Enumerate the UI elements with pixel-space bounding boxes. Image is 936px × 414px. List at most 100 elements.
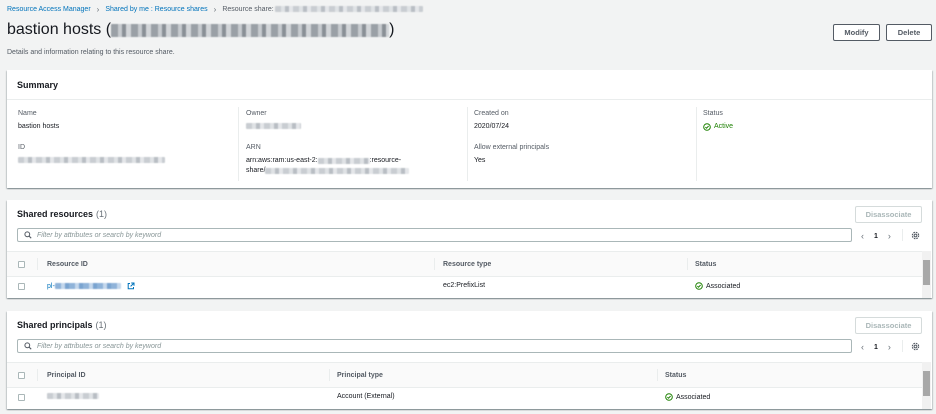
- shared-resources-panel: Shared resources (1) Disassociate Filter…: [7, 200, 932, 298]
- page-title-row: bastion hosts ( ): [7, 21, 394, 39]
- check-circle-icon: [703, 123, 711, 131]
- resources-scrollbar[interactable]: [922, 251, 931, 298]
- chevron-right-icon[interactable]: ›: [888, 342, 891, 352]
- col-principal-id[interactable]: Principal ID: [47, 372, 86, 379]
- col-resource-id[interactable]: Resource ID: [47, 261, 88, 268]
- owner-label: Owner: [246, 110, 267, 117]
- page-description: Details and information relating to this…: [7, 49, 175, 56]
- principal-status-cell: Associated: [665, 393, 710, 401]
- resources-filter-placeholder: Filter by attributes or search by keywor…: [37, 231, 162, 239]
- principals-pagination: ‹ 1 ›: [856, 342, 896, 352]
- shared-resources-title: Shared resources: [17, 209, 94, 219]
- chevron-left-icon[interactable]: ‹: [861, 342, 864, 352]
- owner-value: [246, 122, 301, 132]
- col-status[interactable]: Status: [665, 372, 686, 379]
- summary-title: Summary: [17, 79, 59, 90]
- resource-id-prefix: pl-: [47, 282, 55, 290]
- shared-principals-count: (1): [95, 320, 107, 330]
- row-checkbox[interactable]: [18, 283, 25, 290]
- disassociate-resources-button[interactable]: Disassociate: [855, 206, 922, 223]
- principals-filter-placeholder: Filter by attributes or search by keywor…: [37, 342, 162, 350]
- redacted-resource-id: [54, 283, 121, 289]
- delete-button[interactable]: Delete: [886, 24, 932, 41]
- divider: [687, 258, 688, 270]
- external-link-icon[interactable]: [127, 282, 135, 290]
- redacted-share-id: [111, 23, 390, 37]
- redacted-owner: [246, 123, 301, 130]
- divider: [902, 229, 903, 241]
- gear-icon[interactable]: [911, 231, 920, 240]
- shared-principals-title: Shared principals: [17, 320, 93, 330]
- id-value: [18, 156, 165, 166]
- created-value: 2020/07/24: [474, 123, 510, 130]
- allow-external-label: Allow external principals: [474, 144, 550, 151]
- arn-label: ARN: [246, 144, 261, 151]
- breadcrumb: Resource Access Manager › Shared by me :…: [7, 4, 423, 14]
- redacted-id: [18, 157, 165, 164]
- page-title: bastion hosts (: [7, 21, 112, 38]
- chevron-right-icon: ›: [96, 4, 100, 14]
- status-text: Associated: [676, 393, 711, 401]
- select-all-checkbox[interactable]: [18, 372, 25, 379]
- divider: [696, 107, 697, 181]
- search-icon: [24, 342, 32, 350]
- principals-filter-input[interactable]: Filter by attributes or search by keywor…: [17, 339, 852, 353]
- resources-filter-input[interactable]: Filter by attributes or search by keywor…: [17, 228, 852, 242]
- arn-prefix: arn:aws:ram:us-east-2:: [246, 157, 318, 164]
- principal-id-cell: [47, 393, 99, 399]
- breadcrumb-current: Resource share:: [222, 5, 274, 13]
- row-checkbox[interactable]: [18, 394, 25, 401]
- resource-status-cell: Associated: [695, 282, 740, 290]
- arn-value: arn:aws:ram:us-east-2::resource- share/: [246, 156, 446, 176]
- resources-pagination: ‹ 1 ›: [856, 231, 896, 241]
- redacted-account: [317, 158, 370, 164]
- divider: [902, 340, 903, 352]
- divider: [467, 107, 468, 181]
- resource-id-link[interactable]: pl-: [47, 282, 135, 290]
- shared-principals-header: Shared principals (1): [17, 320, 107, 330]
- resources-table-header: Resource ID Resource type Status: [7, 251, 922, 277]
- page-title-close: ): [389, 21, 395, 38]
- principals-page-number[interactable]: 1: [874, 344, 878, 351]
- col-principal-type[interactable]: Principal type: [337, 372, 383, 379]
- scrollbar-thumb[interactable]: [923, 371, 930, 396]
- redacted-share-name: [274, 6, 423, 12]
- divider: [37, 369, 38, 381]
- redacted-arn-share: [265, 168, 410, 174]
- summary-panel: Summary Name bastion hosts Owner Created…: [7, 70, 932, 188]
- resources-page-number[interactable]: 1: [874, 233, 878, 240]
- principals-table-header: Principal ID Principal type Status: [7, 362, 922, 388]
- divider: [434, 258, 435, 270]
- status-label: Status: [703, 110, 723, 117]
- redacted-principal-id: [47, 393, 99, 399]
- shared-principals-panel: Shared principals (1) Disassociate Filte…: [7, 311, 932, 409]
- arn-mid: :resource-: [369, 157, 402, 164]
- col-resource-type[interactable]: Resource type: [443, 261, 491, 268]
- chevron-left-icon[interactable]: ‹: [861, 231, 864, 241]
- divider: [37, 258, 38, 270]
- modify-button[interactable]: Modify: [833, 24, 880, 41]
- breadcrumb-shared-by-me[interactable]: Shared by me : Resource shares: [105, 6, 207, 13]
- status-text: Active: [714, 123, 734, 130]
- shared-resources-count: (1): [96, 209, 108, 219]
- name-label: Name: [18, 110, 37, 117]
- gear-icon[interactable]: [911, 342, 920, 351]
- status-text: Associated: [706, 282, 741, 290]
- id-label: ID: [18, 144, 25, 151]
- search-icon: [24, 231, 32, 239]
- select-all-checkbox[interactable]: [18, 261, 25, 268]
- shared-resources-header: Shared resources (1): [17, 209, 107, 219]
- principals-scrollbar[interactable]: [922, 362, 931, 409]
- check-circle-icon: [665, 393, 673, 401]
- divider: [657, 369, 658, 381]
- chevron-right-icon[interactable]: ›: [888, 231, 891, 241]
- breadcrumb-resource-access-manager[interactable]: Resource Access Manager: [7, 6, 91, 13]
- col-status[interactable]: Status: [695, 261, 716, 268]
- scrollbar-thumb[interactable]: [923, 260, 930, 285]
- created-label: Created on: [474, 110, 509, 117]
- disassociate-principals-button[interactable]: Disassociate: [855, 317, 922, 334]
- check-circle-icon: [695, 282, 703, 290]
- resource-type-cell: ec2:PrefixList: [443, 282, 486, 289]
- summary-header: Summary: [7, 70, 932, 100]
- status-value: Active: [703, 122, 733, 132]
